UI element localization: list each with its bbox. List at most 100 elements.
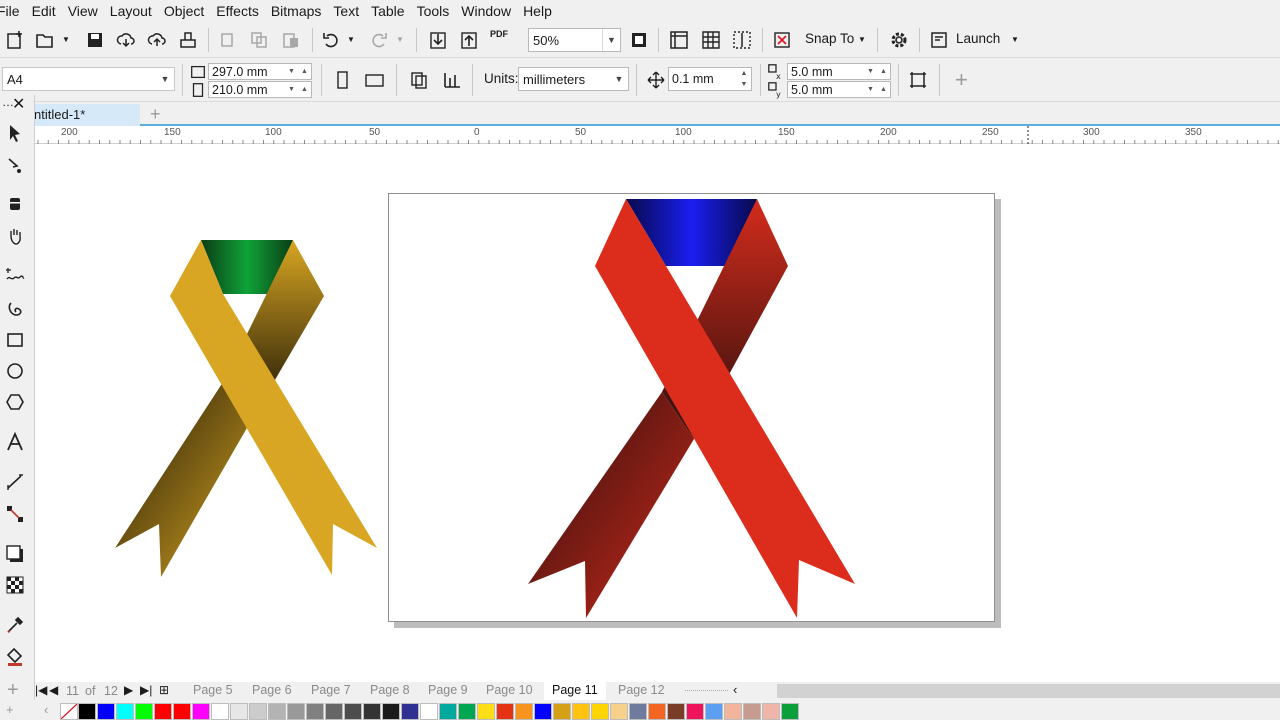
crop-tool-icon[interactable] bbox=[4, 193, 26, 215]
cloud-export-icon[interactable] bbox=[146, 29, 168, 51]
chevron-down-icon[interactable]: ▼ bbox=[602, 29, 620, 51]
drop-shadow-icon[interactable] bbox=[4, 543, 26, 565]
page-height-input[interactable]: 210.0 mm ▼ ▲ bbox=[208, 81, 312, 98]
chevron-down-icon[interactable]: ▼ bbox=[62, 35, 70, 44]
transparency-icon[interactable] bbox=[4, 574, 26, 596]
page-tab-12[interactable]: Page 12 bbox=[618, 682, 665, 700]
color-swatch[interactable] bbox=[116, 703, 134, 720]
polygon-tool-icon[interactable] bbox=[4, 391, 26, 413]
menu-edit[interactable]: Edit bbox=[32, 3, 68, 19]
redo-icon[interactable] bbox=[368, 29, 390, 51]
page-tab-8[interactable]: Page 8 bbox=[370, 682, 410, 700]
color-swatch[interactable] bbox=[363, 703, 381, 720]
color-swatch[interactable] bbox=[553, 703, 571, 720]
next-page-icon[interactable]: ▶ bbox=[124, 683, 133, 697]
color-swatch[interactable] bbox=[135, 703, 153, 720]
save-icon[interactable] bbox=[84, 29, 106, 51]
color-swatch[interactable] bbox=[705, 703, 723, 720]
export-icon[interactable] bbox=[458, 29, 480, 51]
page-size-combo[interactable]: A4 ▼ bbox=[2, 67, 175, 91]
undo-dropdown-icon[interactable]: ▼ bbox=[347, 35, 355, 44]
color-swatch[interactable] bbox=[420, 703, 438, 720]
color-swatch[interactable] bbox=[724, 703, 742, 720]
color-swatch[interactable] bbox=[572, 703, 590, 720]
duplicate-y-input[interactable]: 5.0 mm ▼ ▲ bbox=[787, 81, 891, 98]
pan-tool-icon[interactable] bbox=[4, 225, 26, 247]
launch-icon[interactable] bbox=[928, 29, 950, 51]
landscape-icon[interactable] bbox=[363, 69, 385, 91]
close-icon[interactable]: ✕ bbox=[12, 94, 25, 114]
copy-icon[interactable] bbox=[248, 29, 270, 51]
parallel-dimension-icon[interactable] bbox=[4, 471, 26, 493]
color-swatch[interactable] bbox=[458, 703, 476, 720]
print-icon[interactable] bbox=[177, 29, 199, 51]
scroll-left-icon[interactable]: ‹ bbox=[44, 702, 48, 717]
shape-tool-icon[interactable] bbox=[4, 155, 26, 177]
eyedropper-icon[interactable] bbox=[4, 614, 26, 636]
page-border-icon[interactable] bbox=[907, 69, 929, 91]
color-swatch[interactable] bbox=[401, 703, 419, 720]
drawing-canvas[interactable] bbox=[35, 144, 1280, 682]
grid-icon[interactable] bbox=[700, 29, 722, 51]
menu-file[interactable]: File bbox=[0, 3, 32, 19]
menu-object[interactable]: Object bbox=[164, 3, 216, 19]
snap-to-button[interactable]: Snap To bbox=[805, 31, 854, 46]
menu-table[interactable]: Table bbox=[371, 3, 416, 19]
artistic-media-icon[interactable] bbox=[4, 298, 26, 320]
color-swatch[interactable] bbox=[439, 703, 457, 720]
gear-icon[interactable] bbox=[888, 29, 910, 51]
add-tool-icon[interactable]: + bbox=[7, 679, 19, 702]
color-swatch[interactable] bbox=[477, 703, 495, 720]
page-tab-11[interactable]: Page 11 bbox=[544, 682, 606, 700]
color-swatch[interactable] bbox=[762, 703, 780, 720]
document-tab[interactable]: ntitled-1* bbox=[34, 104, 140, 126]
menu-window[interactable]: Window bbox=[461, 3, 523, 19]
import-icon[interactable] bbox=[427, 29, 449, 51]
chevron-down-icon[interactable]: ▼ bbox=[1011, 35, 1019, 44]
color-swatch[interactable] bbox=[515, 703, 533, 720]
page-tab-7[interactable]: Page 7 bbox=[311, 682, 351, 700]
no-color-swatch[interactable] bbox=[60, 703, 78, 720]
redo-dropdown-icon[interactable]: ▼ bbox=[396, 35, 404, 44]
color-swatch[interactable] bbox=[534, 703, 552, 720]
menu-text[interactable]: Text bbox=[333, 3, 371, 19]
color-swatch[interactable] bbox=[154, 703, 172, 720]
ellipse-tool-icon[interactable] bbox=[4, 360, 26, 382]
color-swatch[interactable] bbox=[78, 703, 96, 720]
new-document-icon[interactable] bbox=[4, 29, 26, 51]
color-swatch[interactable] bbox=[268, 703, 286, 720]
current-page-number[interactable]: 11 bbox=[66, 684, 79, 698]
first-page-icon[interactable]: |◀ bbox=[35, 683, 47, 697]
color-swatch[interactable] bbox=[382, 703, 400, 720]
freehand-tool-icon[interactable] bbox=[4, 264, 26, 286]
color-swatch[interactable] bbox=[781, 703, 799, 720]
menu-bitmaps[interactable]: Bitmaps bbox=[271, 3, 334, 19]
portrait-icon[interactable] bbox=[331, 69, 353, 91]
page-width-input[interactable]: 297.0 mm ▼ ▲ bbox=[208, 63, 312, 80]
color-swatch[interactable] bbox=[173, 703, 191, 720]
add-page-icon[interactable]: ⊞ bbox=[159, 683, 169, 697]
chevron-down-icon[interactable]: ▼ bbox=[156, 68, 174, 90]
connector-tool-icon[interactable] bbox=[4, 503, 26, 525]
page-tab-5[interactable]: Page 5 bbox=[193, 682, 233, 700]
snap-icon[interactable] bbox=[771, 29, 793, 51]
paste-icon[interactable] bbox=[280, 29, 302, 51]
color-swatch[interactable] bbox=[287, 703, 305, 720]
menu-help[interactable]: Help bbox=[523, 3, 564, 19]
add-palette-icon[interactable]: + bbox=[6, 702, 14, 717]
color-swatch[interactable] bbox=[211, 703, 229, 720]
gold-ribbon[interactable] bbox=[115, 240, 377, 577]
color-swatch[interactable] bbox=[97, 703, 115, 720]
rulers-icon[interactable] bbox=[668, 29, 690, 51]
nudge-input[interactable]: 0.1 mm ▲ ▼ bbox=[668, 67, 752, 91]
rectangle-tool-icon[interactable] bbox=[4, 329, 26, 351]
text-tool-icon[interactable] bbox=[4, 431, 26, 453]
color-swatch[interactable] bbox=[648, 703, 666, 720]
color-swatch[interactable] bbox=[743, 703, 761, 720]
color-swatch[interactable] bbox=[192, 703, 210, 720]
full-screen-icon[interactable] bbox=[628, 29, 650, 51]
menu-tools[interactable]: Tools bbox=[417, 3, 462, 19]
page-tab-10[interactable]: Page 10 bbox=[486, 682, 533, 700]
red-ribbon[interactable] bbox=[528, 199, 855, 618]
page-tab-6[interactable]: Page 6 bbox=[252, 682, 292, 700]
